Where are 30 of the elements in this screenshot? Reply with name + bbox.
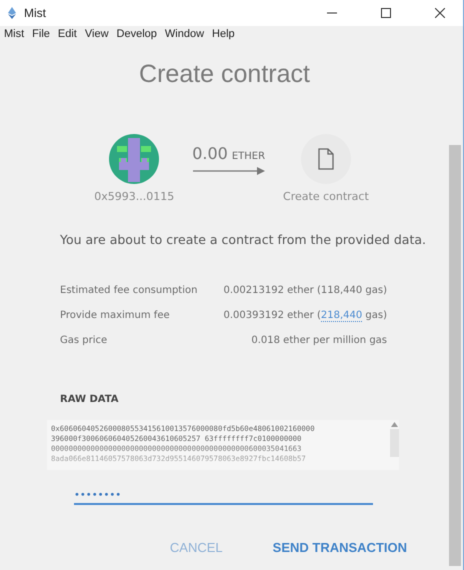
- fee-value: 0.018 ether per million gas: [251, 335, 387, 346]
- scroll-up-icon[interactable]: [390, 422, 398, 427]
- menu-item[interactable]: View: [84, 28, 109, 40]
- menu-item[interactable]: Develop: [116, 28, 157, 40]
- menu-item[interactable]: File: [32, 28, 50, 40]
- maximize-icon[interactable]: [381, 8, 391, 18]
- send-button[interactable]: SEND TRANSACTION: [272, 540, 407, 555]
- app-logo-icon: [8, 7, 16, 19]
- amount: 0.00 ETHER: [192, 144, 266, 163]
- scrollbar-thumb[interactable]: [449, 145, 461, 566]
- info-text: You are about to create a contract from the provided data.: [60, 232, 427, 247]
- close-icon[interactable]: [435, 8, 445, 18]
- fee-value: 0.00213192 ether (118,440 gas): [224, 285, 387, 296]
- page-title: Create contract: [138, 60, 311, 89]
- password-field[interactable]: ••••••••: [74, 488, 373, 505]
- menu-item[interactable]: Edit: [58, 28, 77, 40]
- section-title: RAW DATA: [60, 394, 120, 405]
- identicon: [109, 134, 160, 184]
- window-title: Mist: [24, 6, 47, 20]
- sender-address: 0x5993...0115: [94, 190, 174, 203]
- fee-label: Provide maximum fee: [60, 310, 170, 321]
- menu-item[interactable]: Help: [212, 28, 235, 40]
- menu-item[interactable]: Mist: [4, 28, 24, 40]
- document-icon: [318, 148, 334, 170]
- arrow-icon: [192, 167, 265, 175]
- menu-item[interactable]: Window: [164, 28, 204, 40]
- fee-value: 0.00393192 ether (218,440 gas): [224, 310, 387, 321]
- recipient-label: Create contract: [283, 190, 369, 203]
- fee-label: Gas price: [60, 335, 108, 346]
- fee-label: Estimated fee consumption: [60, 285, 198, 296]
